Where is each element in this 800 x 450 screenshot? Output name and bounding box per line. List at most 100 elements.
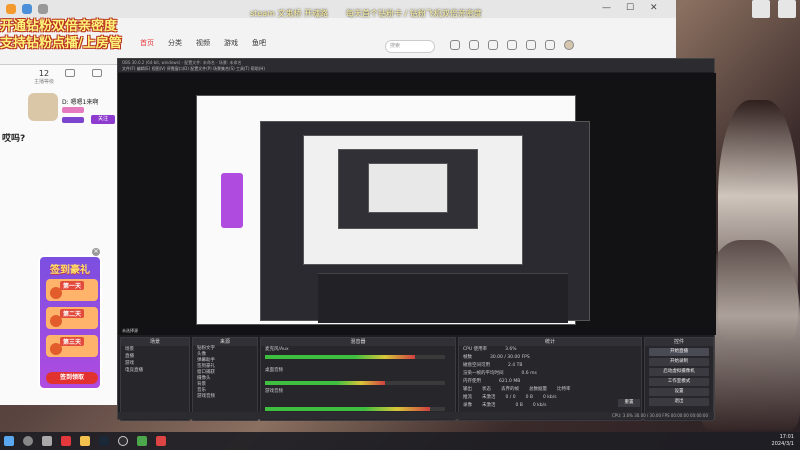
follow-icon[interactable] xyxy=(488,40,498,50)
close-icon[interactable]: ✕ xyxy=(92,248,100,256)
stats-dock: 统计 CPU 使用率 3.6% 帧数 30.00 / 30.00 FPS 磁盘空间可… xyxy=(458,337,642,421)
dock-title: 控件 xyxy=(645,338,713,346)
volume-meter-level xyxy=(265,407,430,411)
browser-tab-icon[interactable] xyxy=(38,4,48,14)
stat-label: 磁盘空间可用 xyxy=(463,363,490,368)
upload-icon[interactable] xyxy=(526,40,536,50)
level-label: 主播等级 xyxy=(34,79,55,85)
nav-item-video[interactable]: 视频 xyxy=(196,38,210,48)
minimize-icon[interactable]: — xyxy=(602,3,611,13)
music-app-icon[interactable] xyxy=(156,436,166,446)
search-icon[interactable] xyxy=(23,436,33,446)
reset-button[interactable]: 重置 xyxy=(618,399,640,407)
promo-title: 签到豪礼 xyxy=(50,265,90,276)
caption-item: 每天首个钻粉卡 / 钻粉飞机双倍亲密度 xyxy=(346,9,482,18)
mixer-channel-label: 游戏音频 xyxy=(265,389,283,394)
message-icon[interactable] xyxy=(507,40,517,50)
day-label: 第一天 xyxy=(60,281,85,290)
side-tool-icon[interactable] xyxy=(778,0,796,18)
nav-item-fishbar[interactable]: 鱼吧 xyxy=(252,38,266,48)
stat-value: 2.4 TB xyxy=(508,363,523,368)
browser-app-icon[interactable] xyxy=(61,436,71,446)
checkin-promo[interactable]: 签到豪礼 第一天 第二天 第三天 签到领取 xyxy=(38,255,102,390)
output-col: 输出 xyxy=(463,387,472,392)
scene-item[interactable]: 直播 xyxy=(121,353,189,360)
nested-preview xyxy=(368,163,448,213)
stat-label: CPU 使用率 xyxy=(463,347,488,352)
promo-day: 第一天 xyxy=(46,279,98,301)
output-header: 输出 状态 丢弃的帧 总数据量 比特率 xyxy=(459,386,641,394)
scene-item[interactable]: 电竞直播 xyxy=(121,367,189,374)
obs-app-icon[interactable] xyxy=(118,436,128,446)
browser-tab-icon[interactable] xyxy=(22,4,32,14)
output-cell: 0 kb/s xyxy=(532,403,547,408)
scene-item[interactable]: 场景 xyxy=(121,346,189,353)
virtual-camera-button[interactable]: 启动虚拟摄像机 xyxy=(649,368,709,376)
tv-icon[interactable] xyxy=(92,69,102,77)
obs-preview[interactable] xyxy=(118,73,716,335)
scene-item[interactable]: 游戏 xyxy=(121,360,189,367)
steam-icon[interactable] xyxy=(99,436,109,446)
gift-icon[interactable] xyxy=(65,69,75,77)
stats-row: 内存使用 621.0 MB xyxy=(459,378,641,386)
output-col: 丢弃的帧 xyxy=(501,387,519,392)
output-col: 状态 xyxy=(482,387,491,392)
output-cell: 0 B xyxy=(525,395,533,400)
follow-button[interactable]: 关注 xyxy=(91,115,115,124)
close-icon[interactable]: ✕ xyxy=(650,3,658,13)
windows-start-icon[interactable] xyxy=(4,436,14,446)
start-streaming-button[interactable]: 开始直播 xyxy=(649,348,709,356)
nested-obs-docks xyxy=(318,273,568,323)
stats-row: CPU 使用率 3.6% xyxy=(459,346,641,354)
folder-icon[interactable] xyxy=(80,436,90,446)
output-col: 总数据量 xyxy=(529,387,547,392)
dock-title: 场景 xyxy=(121,338,189,346)
caption-item: steam 文鬼桥 开魂路 xyxy=(250,9,329,18)
history-icon[interactable] xyxy=(450,40,460,50)
start-recording-button[interactable]: 开始录制 xyxy=(649,358,709,366)
search-input[interactable]: 搜索 xyxy=(385,40,435,53)
obs-title: OBS 30.0.2 (64-bit, windows) - 配置文件: 未命名… xyxy=(118,59,714,66)
mixer-dock: 混音器 麦克风/Aux 桌面音频 游戏音频 xyxy=(260,337,456,421)
stats-row: 渲染一帧的平均时间 0.6 ms xyxy=(459,370,641,378)
streamer-name: D: 嗯嗯1来啊 xyxy=(62,99,99,106)
clock[interactable]: 17:01 2024/3/1 xyxy=(772,434,794,448)
settings-button[interactable]: 设置 xyxy=(649,388,709,396)
scenes-dock: 场景 场景 直播 游戏 电竞直播 xyxy=(120,337,190,421)
side-tool-icon[interactable] xyxy=(752,0,770,18)
site-nav: 首页 分类 视频 游戏 鱼吧 xyxy=(140,38,266,48)
obs-statusbar: CPU: 3.6% 30.00 / 30.00 FPS 00:00:00 00:… xyxy=(118,412,714,419)
maximize-icon[interactable]: ☐ xyxy=(626,3,634,13)
nav-item-category[interactable]: 分类 xyxy=(168,38,182,48)
nav-item-games[interactable]: 游戏 xyxy=(224,38,238,48)
task-icon[interactable] xyxy=(545,40,555,50)
user-icon[interactable] xyxy=(564,40,574,50)
chat-app-icon[interactable] xyxy=(137,436,147,446)
taskview-icon[interactable] xyxy=(42,436,52,446)
desktop-screen: — ☐ ✕ 首页 分类 视频 游戏 鱼吧 搜索 steam 文鬼桥 开魂路 每天… xyxy=(0,0,800,450)
claim-button[interactable]: 签到领取 xyxy=(46,372,98,384)
stat-value: 30.00 / 30.00 FPS xyxy=(490,355,530,360)
output-cell: 0 B xyxy=(515,403,523,408)
browser-tab-icon[interactable] xyxy=(6,4,16,14)
level-value: 12 xyxy=(38,69,50,78)
stat-value: 0.6 ms xyxy=(521,371,537,376)
studio-mode-button[interactable]: 工作室模式 xyxy=(649,378,709,386)
download-icon[interactable] xyxy=(469,40,479,50)
stream-title: 开通钻粉双倍亲密度 支持钻粉点播/上房管 xyxy=(0,18,150,52)
level-stat: 12 主播等级 xyxy=(34,69,54,85)
nested-promo xyxy=(221,173,243,228)
output-cell: 未激活 xyxy=(482,395,496,400)
dock-title: 混音器 xyxy=(261,338,455,346)
avatar[interactable] xyxy=(28,93,58,121)
top-caption: steam 文鬼桥 开魂路 每天首个钻粉卡 / 钻粉飞机双倍亲密度 xyxy=(250,8,570,22)
level-badge xyxy=(62,117,84,123)
taskbar: 17:01 2024/3/1 xyxy=(0,432,800,450)
output-col: 比特率 xyxy=(557,387,571,392)
dock-title: 来源 xyxy=(193,338,257,346)
obs-menu[interactable]: 文件(F) 编辑(E) 视图(V) 停靠窗口(D) 配置文件(P) 场景集合(S… xyxy=(118,66,714,72)
stats-row: 磁盘空间可用 2.4 TB xyxy=(459,362,641,370)
day-label: 第二天 xyxy=(60,309,85,318)
exit-button[interactable]: 退出 xyxy=(649,398,709,406)
source-item[interactable]: 游戏音频 xyxy=(193,394,257,400)
